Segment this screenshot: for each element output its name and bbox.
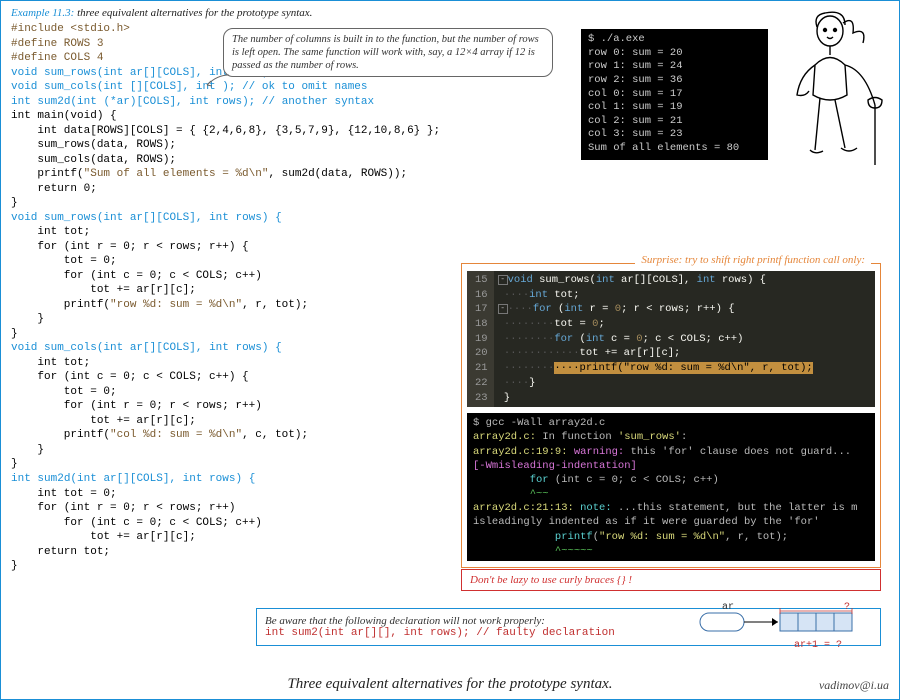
cartoon-figure (775, 5, 895, 170)
note-bubble: The number of columns is built in to the… (223, 28, 553, 77)
arrow-icon (203, 73, 231, 91)
editor-lines: -void sum_rows(int ar[][COLS], int rows)… (494, 271, 875, 407)
example-title: Example 11.3: three equivalent alternati… (11, 7, 889, 19)
pointer-diagram: ar ? ar+1 = ? (644, 599, 874, 655)
line-gutter: 15 16 17 18 19 20 21 22 23 (467, 271, 494, 407)
faulty-panel: Be aware that the following declaration … (256, 608, 881, 646)
bottom-caption: Three equivalent alternatives for the pr… (1, 676, 899, 693)
compiler-output: $ gcc -Wall array2d.c array2d.c: In func… (467, 413, 875, 561)
example-number: Example 11.3: (11, 7, 74, 19)
code-editor: 15 16 17 18 19 20 21 22 23 -void sum_row… (467, 271, 875, 407)
curly-warning: Don't be lazy to use curly braces {} ! (461, 569, 881, 591)
example-desc: three equivalent alternatives for the pr… (74, 7, 312, 19)
terminal-output: $ ./a.exe row 0: sum = 20 row 1: sum = 2… (581, 29, 768, 160)
svg-text:ar: ar (722, 602, 734, 613)
signature: vadimov@i.ua (819, 678, 889, 693)
surprise-panel: Surprise: try to shift right printf func… (461, 263, 881, 568)
surprise-title: Surprise: try to shift right printf func… (635, 254, 871, 266)
svg-text:ar+1 = ?: ar+1 = ? (794, 640, 842, 651)
